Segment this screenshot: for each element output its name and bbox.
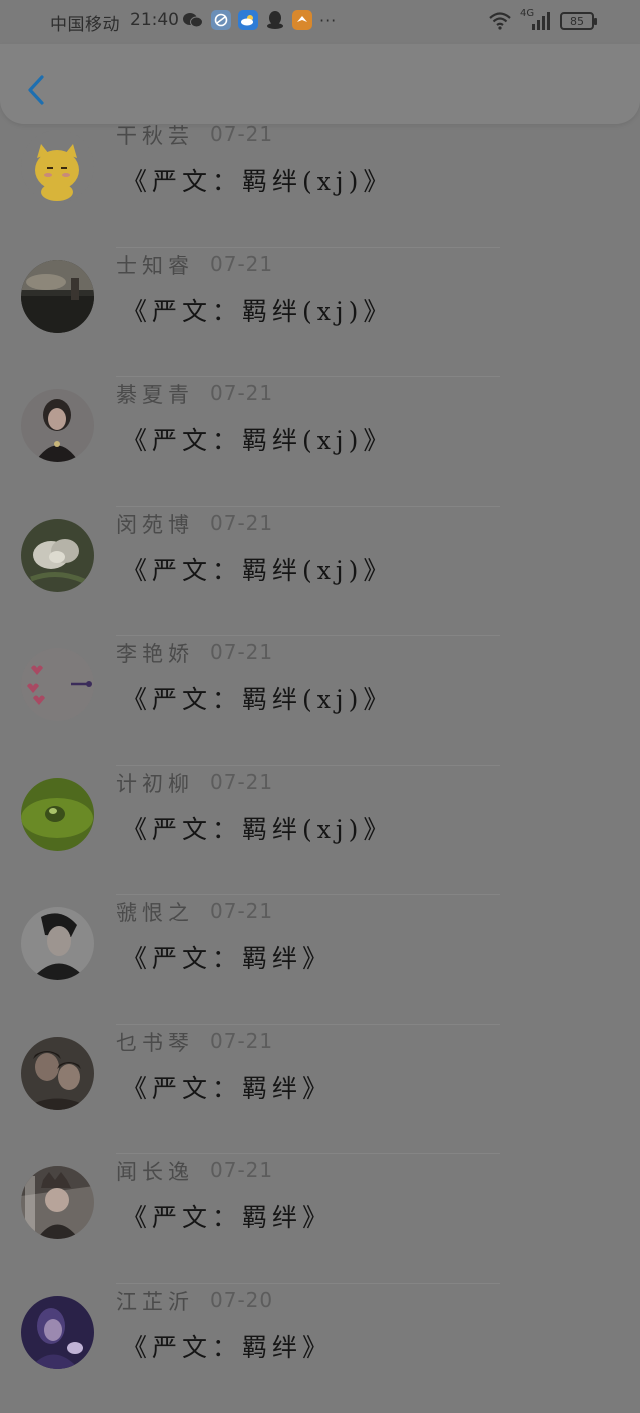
post-date: 07-21 — [210, 640, 273, 664]
post-title: 《严文：羁绊》 — [122, 939, 332, 975]
battery-level: 85 — [570, 15, 584, 28]
post-title: 《严文：羁绊(xj)》 — [122, 292, 393, 328]
avatar — [21, 1296, 94, 1369]
author-name: 计初柳 — [116, 768, 194, 798]
avatar — [21, 907, 94, 980]
author-name: 綦夏青 — [116, 379, 194, 409]
post-title: 《严文：羁绊(xj)》 — [122, 551, 393, 587]
post-title: 《严文：羁绊(xj)》 — [122, 162, 393, 198]
avatar — [21, 260, 94, 333]
author-name: 虢恨之 — [116, 897, 194, 927]
list-item[interactable]: 计初柳 07-21 《严文：羁绊(xj)》 — [0, 766, 640, 896]
post-title: 《严文：羁绊》 — [122, 1198, 332, 1234]
list-item[interactable]: 干秋芸 07-21 《严文：羁绊(xj)》 — [0, 118, 640, 248]
avatar — [21, 130, 94, 203]
top-nav-bar — [0, 44, 640, 124]
author-name: 江芷沂 — [116, 1286, 194, 1316]
avatar — [21, 389, 94, 462]
list-item[interactable]: 士知睿 07-21 《严文：羁绊(xj)》 — [0, 248, 640, 378]
post-date: 07-21 — [210, 899, 273, 923]
author-name: 闻长逸 — [116, 1156, 194, 1186]
post-title: 《严文：羁绊》 — [122, 1069, 332, 1105]
network-type: 4G — [520, 8, 534, 19]
post-title: 《严文：羁绊(xj)》 — [122, 680, 393, 716]
back-arrow-icon[interactable] — [22, 72, 52, 112]
author-name: 乜书琴 — [116, 1027, 194, 1057]
post-date: 07-21 — [210, 1029, 273, 1053]
system-indicators: 4G 85 — [488, 10, 594, 32]
avatar — [21, 1166, 94, 1239]
list-item[interactable]: 虢恨之 07-21 《严文：羁绊》 — [0, 895, 640, 1025]
list-item[interactable]: 乜书琴 07-21 《严文：羁绊》 — [0, 1025, 640, 1155]
wifi-icon — [488, 11, 512, 31]
notification-icons: ··· — [182, 10, 337, 30]
post-date: 07-21 — [210, 770, 273, 794]
status-bar: 中国移动 21:40 ··· 4G — [0, 0, 640, 44]
qq-icon — [265, 10, 285, 30]
carrier-name: 中国移动 — [50, 10, 120, 35]
battery-indicator: 85 — [560, 12, 594, 30]
author-name: 李艳娇 — [116, 638, 194, 668]
list-item[interactable]: 江芷沂 07-20 《严文：羁绊》 — [0, 1284, 640, 1413]
post-date: 07-21 — [210, 1158, 273, 1182]
list-item[interactable]: 綦夏青 07-21 《严文：羁绊(xj)》 — [0, 377, 640, 507]
post-date: 07-21 — [210, 122, 273, 146]
avatar — [21, 778, 94, 851]
post-date: 07-21 — [210, 511, 273, 535]
article-list: 干秋芸 07-21 《严文：羁绊(xj)》 士知睿 07-21 《严文：羁绊(x… — [0, 118, 640, 1413]
weather-icon — [238, 10, 258, 30]
lofter-icon — [292, 10, 312, 30]
post-title: 《严文：羁绊(xj)》 — [122, 421, 393, 457]
avatar — [21, 519, 94, 592]
author-name: 闵苑博 — [116, 509, 194, 539]
browser-icon — [211, 10, 231, 30]
avatar — [21, 1037, 94, 1110]
post-title: 《严文：羁绊》 — [122, 1328, 332, 1364]
list-item[interactable]: 闵苑博 07-21 《严文：羁绊(xj)》 — [0, 507, 640, 637]
post-date: 07-21 — [210, 381, 273, 405]
list-item[interactable]: 闻长逸 07-21 《严文：羁绊》 — [0, 1154, 640, 1284]
avatar — [21, 648, 94, 721]
list-item[interactable]: 李艳娇 07-21 《严文：羁绊(xj)》 — [0, 636, 640, 766]
author-name: 士知睿 — [116, 250, 194, 280]
cellular-signal: 4G — [520, 10, 552, 32]
more-notifications-icon: ··· — [319, 11, 337, 30]
post-title: 《严文：羁绊(xj)》 — [122, 810, 393, 846]
post-date: 07-20 — [210, 1288, 273, 1312]
post-date: 07-21 — [210, 252, 273, 276]
wechat-icon — [182, 10, 204, 30]
author-name: 干秋芸 — [116, 120, 194, 150]
clock: 21:40 — [130, 10, 179, 30]
